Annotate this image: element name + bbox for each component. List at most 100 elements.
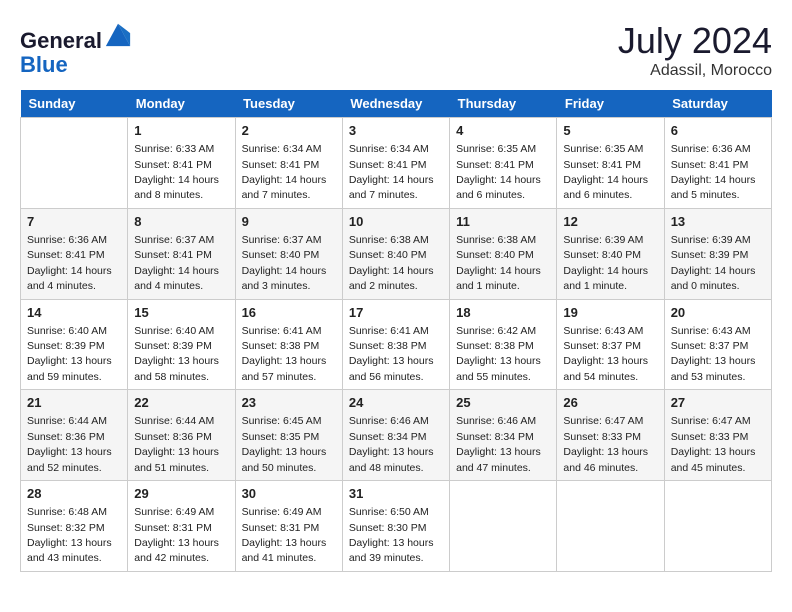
day-cell xyxy=(664,481,771,572)
logo-general: General xyxy=(20,28,102,53)
day-cell: 1 Sunrise: 6:33 AMSunset: 8:41 PMDayligh… xyxy=(128,118,235,209)
day-number: 11 xyxy=(456,213,550,231)
day-info: Sunrise: 6:35 AMSunset: 8:41 PMDaylight:… xyxy=(456,143,541,201)
day-info: Sunrise: 6:40 AMSunset: 8:39 PMDaylight:… xyxy=(27,325,112,383)
title-block: July 2024 Adassil, Morocco xyxy=(618,20,772,80)
day-info: Sunrise: 6:41 AMSunset: 8:38 PMDaylight:… xyxy=(349,325,434,383)
day-info: Sunrise: 6:43 AMSunset: 8:37 PMDaylight:… xyxy=(671,325,756,383)
day-cell: 25 Sunrise: 6:46 AMSunset: 8:34 PMDaylig… xyxy=(450,390,557,481)
day-info: Sunrise: 6:50 AMSunset: 8:30 PMDaylight:… xyxy=(349,506,434,564)
logo-icon xyxy=(104,20,132,48)
weekday-header-tuesday: Tuesday xyxy=(235,90,342,118)
day-info: Sunrise: 6:46 AMSunset: 8:34 PMDaylight:… xyxy=(349,415,434,473)
day-info: Sunrise: 6:37 AMSunset: 8:41 PMDaylight:… xyxy=(134,234,219,292)
day-cell: 19 Sunrise: 6:43 AMSunset: 8:37 PMDaylig… xyxy=(557,299,664,390)
day-cell: 4 Sunrise: 6:35 AMSunset: 8:41 PMDayligh… xyxy=(450,118,557,209)
day-number: 2 xyxy=(242,122,336,140)
day-cell: 23 Sunrise: 6:45 AMSunset: 8:35 PMDaylig… xyxy=(235,390,342,481)
day-cell: 9 Sunrise: 6:37 AMSunset: 8:40 PMDayligh… xyxy=(235,208,342,299)
weekday-header-row: SundayMondayTuesdayWednesdayThursdayFrid… xyxy=(21,90,772,118)
day-info: Sunrise: 6:37 AMSunset: 8:40 PMDaylight:… xyxy=(242,234,327,292)
logo-blue: Blue xyxy=(20,52,68,77)
day-number: 4 xyxy=(456,122,550,140)
day-cell: 27 Sunrise: 6:47 AMSunset: 8:33 PMDaylig… xyxy=(664,390,771,481)
month-title: July 2024 xyxy=(618,20,772,62)
day-info: Sunrise: 6:38 AMSunset: 8:40 PMDaylight:… xyxy=(456,234,541,292)
day-info: Sunrise: 6:35 AMSunset: 8:41 PMDaylight:… xyxy=(563,143,648,201)
day-number: 27 xyxy=(671,394,765,412)
day-number: 29 xyxy=(134,485,228,503)
day-number: 8 xyxy=(134,213,228,231)
day-number: 26 xyxy=(563,394,657,412)
weekday-header-thursday: Thursday xyxy=(450,90,557,118)
day-cell: 30 Sunrise: 6:49 AMSunset: 8:31 PMDaylig… xyxy=(235,481,342,572)
day-info: Sunrise: 6:36 AMSunset: 8:41 PMDaylight:… xyxy=(671,143,756,201)
day-number: 28 xyxy=(27,485,121,503)
day-number: 21 xyxy=(27,394,121,412)
day-number: 19 xyxy=(563,304,657,322)
calendar-body: 1 Sunrise: 6:33 AMSunset: 8:41 PMDayligh… xyxy=(21,118,772,572)
day-info: Sunrise: 6:41 AMSunset: 8:38 PMDaylight:… xyxy=(242,325,327,383)
day-info: Sunrise: 6:36 AMSunset: 8:41 PMDaylight:… xyxy=(27,234,112,292)
day-cell: 3 Sunrise: 6:34 AMSunset: 8:41 PMDayligh… xyxy=(342,118,449,209)
day-info: Sunrise: 6:34 AMSunset: 8:41 PMDaylight:… xyxy=(242,143,327,201)
day-number: 31 xyxy=(349,485,443,503)
day-info: Sunrise: 6:39 AMSunset: 8:40 PMDaylight:… xyxy=(563,234,648,292)
day-cell: 12 Sunrise: 6:39 AMSunset: 8:40 PMDaylig… xyxy=(557,208,664,299)
day-number: 3 xyxy=(349,122,443,140)
week-row-4: 21 Sunrise: 6:44 AMSunset: 8:36 PMDaylig… xyxy=(21,390,772,481)
day-info: Sunrise: 6:42 AMSunset: 8:38 PMDaylight:… xyxy=(456,325,541,383)
week-row-1: 1 Sunrise: 6:33 AMSunset: 8:41 PMDayligh… xyxy=(21,118,772,209)
day-number: 25 xyxy=(456,394,550,412)
day-info: Sunrise: 6:43 AMSunset: 8:37 PMDaylight:… xyxy=(563,325,648,383)
day-cell: 13 Sunrise: 6:39 AMSunset: 8:39 PMDaylig… xyxy=(664,208,771,299)
page-header: General Blue July 2024 Adassil, Morocco xyxy=(20,20,772,80)
weekday-header-friday: Friday xyxy=(557,90,664,118)
day-info: Sunrise: 6:33 AMSunset: 8:41 PMDaylight:… xyxy=(134,143,219,201)
day-cell xyxy=(557,481,664,572)
day-number: 15 xyxy=(134,304,228,322)
day-info: Sunrise: 6:45 AMSunset: 8:35 PMDaylight:… xyxy=(242,415,327,473)
day-number: 16 xyxy=(242,304,336,322)
day-number: 7 xyxy=(27,213,121,231)
day-cell: 2 Sunrise: 6:34 AMSunset: 8:41 PMDayligh… xyxy=(235,118,342,209)
day-cell: 8 Sunrise: 6:37 AMSunset: 8:41 PMDayligh… xyxy=(128,208,235,299)
day-number: 24 xyxy=(349,394,443,412)
day-info: Sunrise: 6:39 AMSunset: 8:39 PMDaylight:… xyxy=(671,234,756,292)
day-info: Sunrise: 6:48 AMSunset: 8:32 PMDaylight:… xyxy=(27,506,112,564)
day-info: Sunrise: 6:34 AMSunset: 8:41 PMDaylight:… xyxy=(349,143,434,201)
day-cell: 29 Sunrise: 6:49 AMSunset: 8:31 PMDaylig… xyxy=(128,481,235,572)
weekday-header-saturday: Saturday xyxy=(664,90,771,118)
day-number: 17 xyxy=(349,304,443,322)
day-cell: 21 Sunrise: 6:44 AMSunset: 8:36 PMDaylig… xyxy=(21,390,128,481)
calendar-table: SundayMondayTuesdayWednesdayThursdayFrid… xyxy=(20,90,772,572)
day-cell: 14 Sunrise: 6:40 AMSunset: 8:39 PMDaylig… xyxy=(21,299,128,390)
day-cell: 15 Sunrise: 6:40 AMSunset: 8:39 PMDaylig… xyxy=(128,299,235,390)
day-info: Sunrise: 6:40 AMSunset: 8:39 PMDaylight:… xyxy=(134,325,219,383)
day-number: 13 xyxy=(671,213,765,231)
logo: General Blue xyxy=(20,20,132,77)
day-cell: 10 Sunrise: 6:38 AMSunset: 8:40 PMDaylig… xyxy=(342,208,449,299)
day-info: Sunrise: 6:46 AMSunset: 8:34 PMDaylight:… xyxy=(456,415,541,473)
day-info: Sunrise: 6:38 AMSunset: 8:40 PMDaylight:… xyxy=(349,234,434,292)
day-cell: 22 Sunrise: 6:44 AMSunset: 8:36 PMDaylig… xyxy=(128,390,235,481)
day-number: 12 xyxy=(563,213,657,231)
day-cell xyxy=(450,481,557,572)
day-cell: 31 Sunrise: 6:50 AMSunset: 8:30 PMDaylig… xyxy=(342,481,449,572)
day-cell: 11 Sunrise: 6:38 AMSunset: 8:40 PMDaylig… xyxy=(450,208,557,299)
day-info: Sunrise: 6:44 AMSunset: 8:36 PMDaylight:… xyxy=(134,415,219,473)
day-number: 18 xyxy=(456,304,550,322)
day-cell: 28 Sunrise: 6:48 AMSunset: 8:32 PMDaylig… xyxy=(21,481,128,572)
week-row-2: 7 Sunrise: 6:36 AMSunset: 8:41 PMDayligh… xyxy=(21,208,772,299)
day-number: 30 xyxy=(242,485,336,503)
week-row-5: 28 Sunrise: 6:48 AMSunset: 8:32 PMDaylig… xyxy=(21,481,772,572)
weekday-header-monday: Monday xyxy=(128,90,235,118)
day-cell xyxy=(21,118,128,209)
day-cell: 16 Sunrise: 6:41 AMSunset: 8:38 PMDaylig… xyxy=(235,299,342,390)
day-number: 23 xyxy=(242,394,336,412)
day-number: 6 xyxy=(671,122,765,140)
day-cell: 26 Sunrise: 6:47 AMSunset: 8:33 PMDaylig… xyxy=(557,390,664,481)
day-number: 1 xyxy=(134,122,228,140)
day-number: 22 xyxy=(134,394,228,412)
location-title: Adassil, Morocco xyxy=(618,62,772,80)
